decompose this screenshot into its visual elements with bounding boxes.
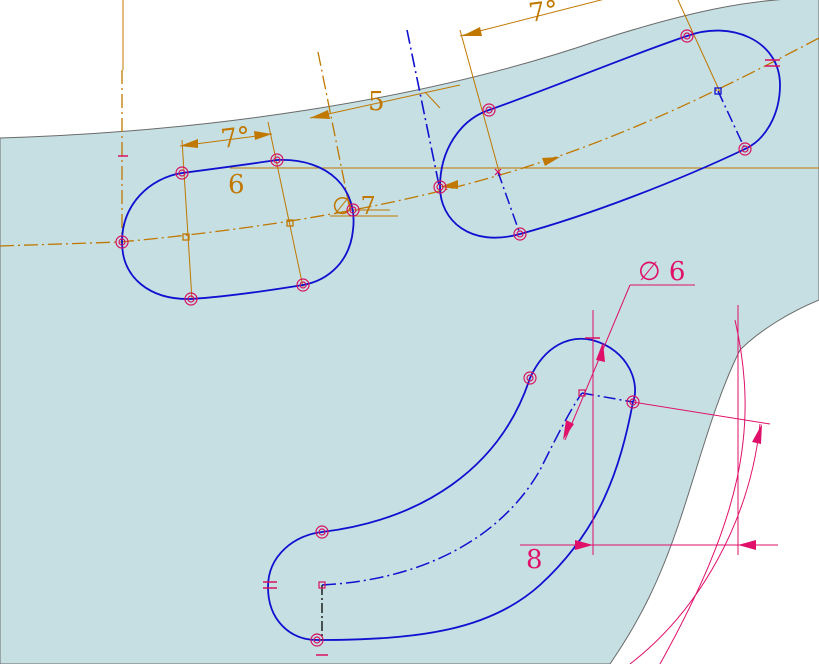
dim-length-6[interactable]: 6 xyxy=(228,170,245,200)
arrowhead xyxy=(752,424,762,444)
dim-angle-left[interactable]: 7° xyxy=(219,122,252,155)
arrowhead xyxy=(462,27,482,36)
cad-sketch-canvas[interactable]: 7° 7° 5 6 ∅ 7 ∅ 6 8 xyxy=(0,0,819,664)
dim-length-5[interactable]: 5 xyxy=(368,87,385,117)
arrowhead xyxy=(738,540,756,550)
dim-angle-top-right[interactable]: 7° xyxy=(527,0,560,29)
dim-length-8[interactable]: 8 xyxy=(526,545,543,575)
dim-diameter-6[interactable]: ∅ 6 xyxy=(638,257,685,287)
part-face xyxy=(0,0,819,664)
